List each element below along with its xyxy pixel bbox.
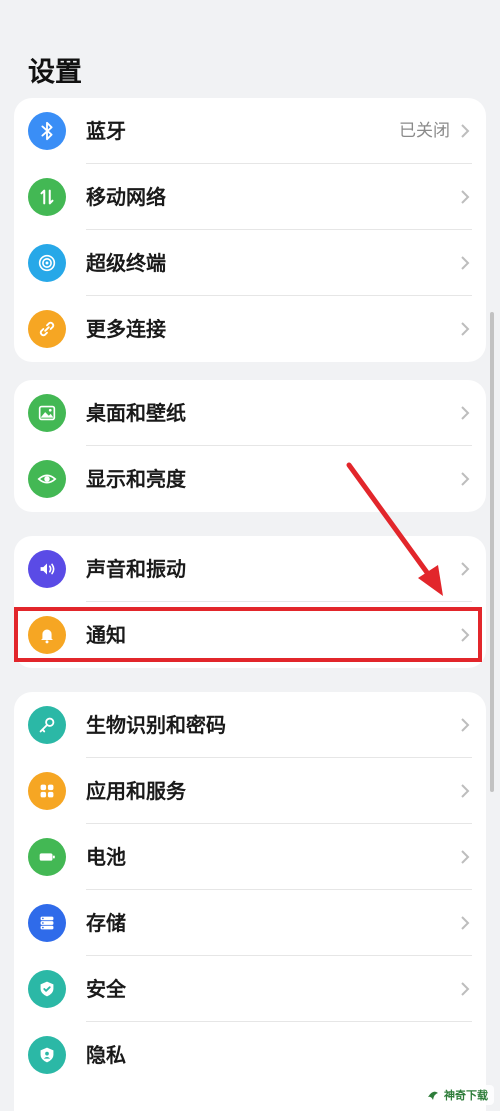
watermark: 神奇下载 <box>420 1085 494 1105</box>
chevron-right-icon <box>461 322 470 336</box>
wallpaper-icon <box>28 394 66 432</box>
chevron-right-icon <box>461 850 470 864</box>
settings-item-security[interactable]: 安全 <box>14 956 486 1022</box>
settings-item-label: 安全 <box>86 977 126 1001</box>
annotation-highlight-box <box>14 607 482 662</box>
settings-group-display: 桌面和壁纸 显示和亮度 <box>14 380 486 512</box>
settings-item-label: 超级终端 <box>86 251 166 275</box>
super-device-icon <box>28 244 66 282</box>
watermark-text: 神奇下载 <box>444 1089 488 1102</box>
link-icon <box>28 310 66 348</box>
chevron-right-icon <box>461 472 470 486</box>
settings-item-label: 存储 <box>86 911 126 935</box>
page-title: 设置 <box>28 57 82 88</box>
key-icon <box>28 706 66 744</box>
settings-item-label: 蓝牙 <box>86 119 126 143</box>
chevron-right-icon <box>461 562 470 576</box>
chevron-right-icon <box>461 124 470 138</box>
settings-item-label: 更多连接 <box>86 317 166 341</box>
settings-item-battery[interactable]: 电池 <box>14 824 486 890</box>
scrollbar[interactable] <box>490 312 494 792</box>
settings-item-label: 声音和振动 <box>86 557 186 581</box>
watermark-logo-icon <box>428 1091 438 1100</box>
settings-item-storage[interactable]: 存储 <box>14 890 486 956</box>
settings-item-wallpaper[interactable]: 桌面和壁纸 <box>14 380 486 446</box>
sound-icon <box>28 550 66 588</box>
privacy-icon <box>28 1036 66 1074</box>
settings-item-privacy[interactable]: 隐私 <box>14 1022 486 1088</box>
settings-item-more-connections[interactable]: 更多连接 <box>14 296 486 362</box>
chevron-right-icon <box>461 784 470 798</box>
mobile-network-icon <box>28 178 66 216</box>
settings-item-label: 显示和亮度 <box>86 467 186 491</box>
settings-item-label: 移动网络 <box>86 185 166 209</box>
settings-group-system: 生物识别和密码 应用和服务 电池 存储 安全 隐私 <box>14 692 486 1111</box>
chevron-right-icon <box>461 982 470 996</box>
settings-item-bluetooth[interactable]: 蓝牙 已关闭 <box>14 98 486 164</box>
settings-item-biometrics[interactable]: 生物识别和密码 <box>14 692 486 758</box>
settings-item-label: 电池 <box>86 845 126 869</box>
chevron-right-icon <box>461 916 470 930</box>
settings-group-connectivity: 蓝牙 已关闭 移动网络 超级终端 更多连接 <box>14 98 486 362</box>
settings-item-display[interactable]: 显示和亮度 <box>14 446 486 512</box>
settings-item-label: 桌面和壁纸 <box>86 401 186 425</box>
chevron-right-icon <box>461 406 470 420</box>
settings-item-label: 隐私 <box>86 1043 126 1067</box>
settings-item-label: 应用和服务 <box>86 779 186 803</box>
settings-item-super-device[interactable]: 超级终端 <box>14 230 486 296</box>
battery-icon <box>28 838 66 876</box>
shield-check-icon <box>28 970 66 1008</box>
chevron-right-icon <box>461 256 470 270</box>
settings-item-sound[interactable]: 声音和振动 <box>14 536 486 602</box>
settings-item-apps[interactable]: 应用和服务 <box>14 758 486 824</box>
settings-item-label: 生物识别和密码 <box>86 713 226 737</box>
eye-icon <box>28 460 66 498</box>
storage-icon <box>28 904 66 942</box>
bluetooth-status: 已关闭 <box>399 121 450 141</box>
chevron-right-icon <box>461 718 470 732</box>
chevron-right-icon <box>461 190 470 204</box>
settings-item-mobile-network[interactable]: 移动网络 <box>14 164 486 230</box>
apps-icon <box>28 772 66 810</box>
bluetooth-icon <box>28 112 66 150</box>
